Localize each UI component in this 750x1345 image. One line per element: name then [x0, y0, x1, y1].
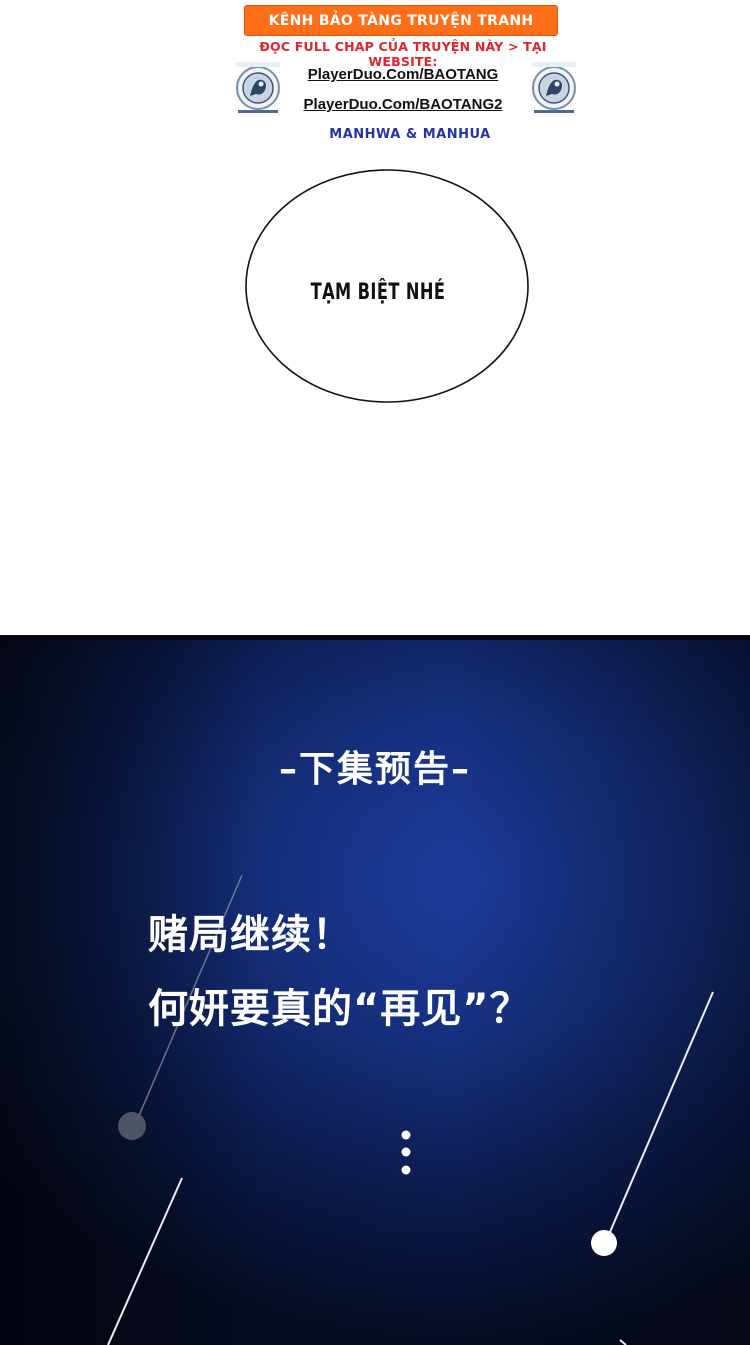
website-link-baotang2[interactable]: PlayerDuo.Com/BAOTANG2: [284, 96, 522, 113]
bao-tang-logo-icon: [236, 62, 280, 113]
site-banner: KÊNH BẢO TÀNG TRUYỆN TRANH: [244, 5, 558, 36]
speech-text: TẠM BIỆT NHÉ: [310, 280, 446, 305]
teaser-line-1: 赌局继续！: [148, 912, 353, 958]
genre-label: MANHWA & MANHUA: [329, 127, 491, 142]
next-episode-title: –下集预告–: [278, 749, 471, 790]
website-link-baotang[interactable]: PlayerDuo.Com/BAOTANG: [284, 66, 522, 83]
bao-tang-logo-icon: [532, 62, 576, 113]
next-episode-panel: –下集预告– 赌局继续！ 何妍要真的“再见”？: [0, 640, 750, 1345]
teaser-line-2: 何妍要真的“再见”？: [148, 986, 531, 1032]
top-panel: KÊNH BẢO TÀNG TRUYỆN TRANH ĐỌC FULL CHAP…: [0, 0, 750, 636]
